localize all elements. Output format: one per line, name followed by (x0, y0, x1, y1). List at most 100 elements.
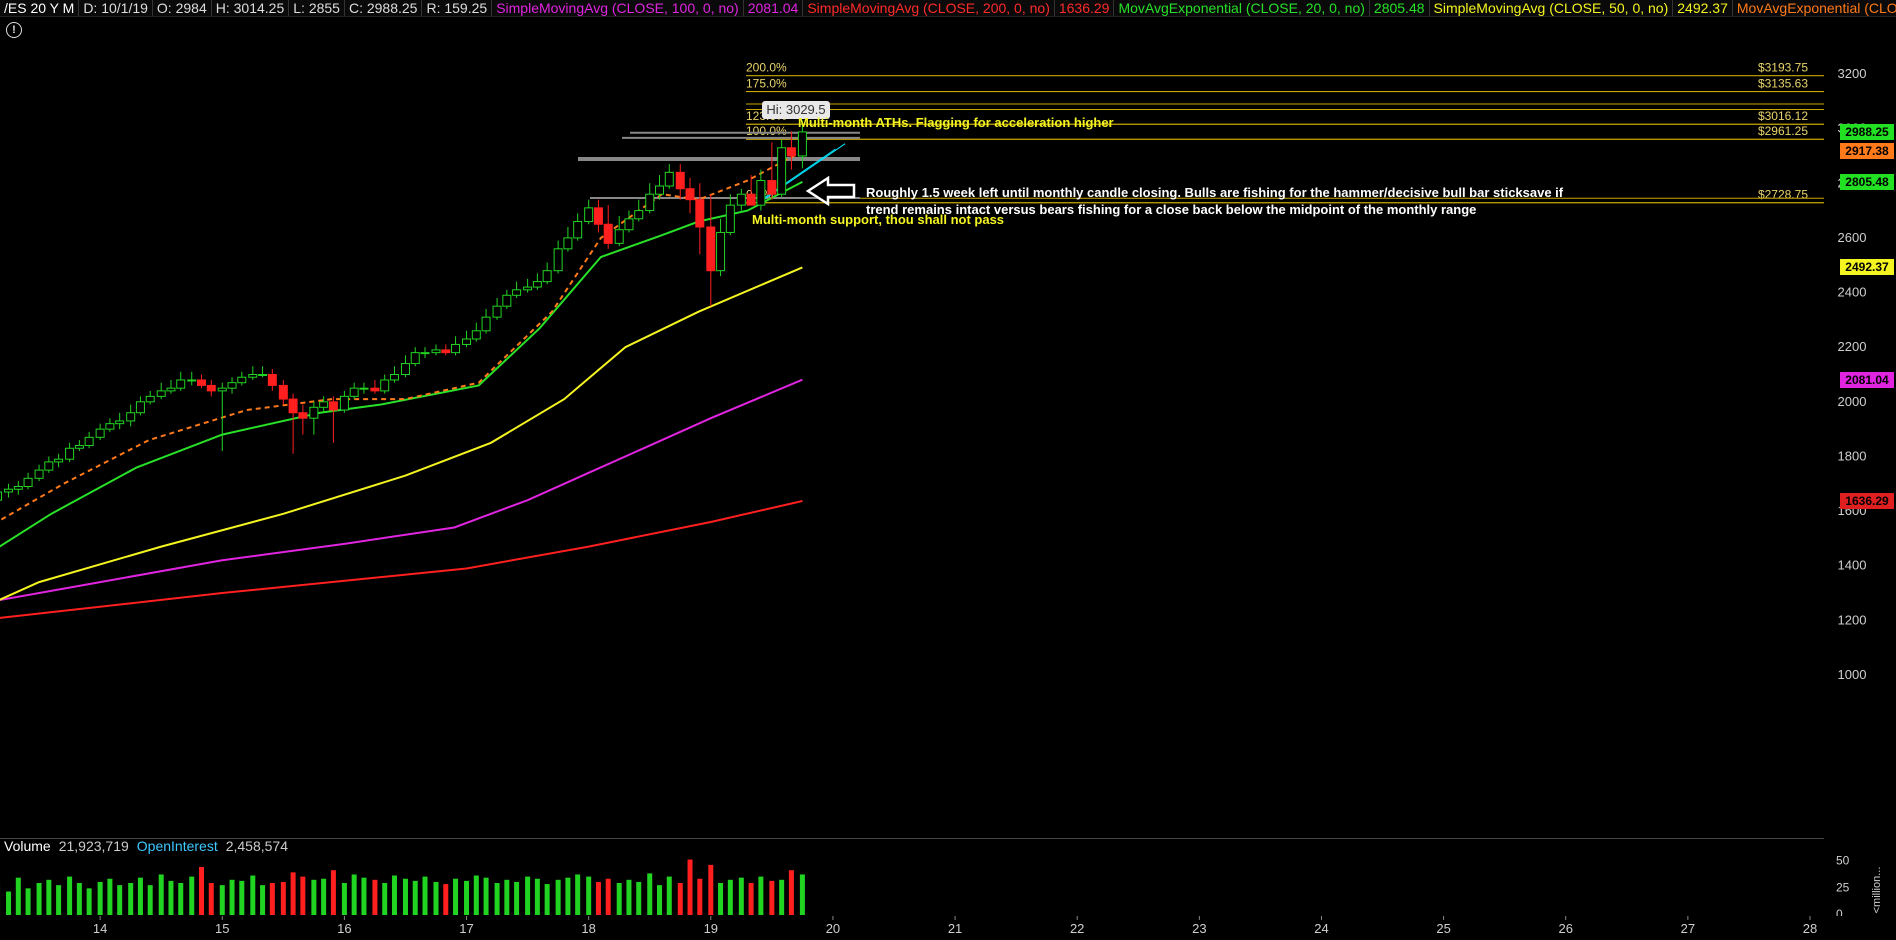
volume-bar (147, 885, 153, 915)
volume-bar (15, 877, 21, 915)
volume-bar (280, 881, 286, 915)
candle-body (23, 477, 33, 488)
volume-axis: 50 25 0 <million... (1836, 854, 1883, 916)
study-ema20-value: 2805.48 (1369, 0, 1430, 16)
volume-bar (269, 883, 275, 915)
candle-body (756, 180, 766, 206)
candle-body (532, 281, 542, 288)
volume-bar (372, 879, 378, 915)
volume-bar (647, 873, 653, 915)
candle-body (725, 204, 735, 233)
candle-body (706, 226, 716, 272)
volume-tick-label: 0 (1836, 907, 1843, 916)
candle-body (135, 401, 145, 414)
price-tag: 2081.04 (1840, 371, 1894, 388)
volume-bar (168, 880, 174, 915)
candle-body (105, 423, 115, 430)
candle-body (634, 210, 644, 220)
volume-bar (555, 879, 561, 915)
volume-unit-label: <million... (1871, 867, 1883, 914)
candle-body (74, 445, 84, 449)
volume-bar (67, 876, 73, 915)
volume-bar (626, 879, 632, 915)
volume-bar (586, 876, 592, 915)
volume-bar (219, 885, 225, 915)
volume-bar (727, 879, 733, 915)
study-sma50-label[interactable]: SimpleMovingAvg (CLOSE, 50, 0, no) (1429, 0, 1674, 16)
volume-bar (799, 874, 805, 915)
candle-body (736, 193, 746, 206)
volume-bar (453, 878, 459, 915)
study-sma200-label[interactable]: SimpleMovingAvg (CLOSE, 200, 0, no) (803, 0, 1055, 16)
volume-bar (6, 891, 12, 915)
time-tick-label: 17 (459, 921, 473, 936)
volume-bar (208, 883, 214, 915)
volume-bar (412, 880, 418, 915)
candle-body (288, 398, 298, 414)
time-axis[interactable]: 14 15 16 17 18 19 20 21 22 23 24 25 26 27 28 (0, 916, 1896, 940)
volume-bar (779, 879, 785, 915)
candle-body (777, 147, 787, 195)
candle-body (258, 374, 268, 376)
volume-bar (443, 884, 449, 915)
price-tag: 1636.29 (1840, 493, 1894, 510)
candle-body (380, 379, 390, 392)
volume-bar (330, 870, 336, 915)
volume-bar (464, 880, 470, 915)
volume-bar (657, 885, 663, 915)
volume-bar (473, 875, 479, 915)
volume-bar (575, 874, 581, 915)
candle-body (593, 207, 603, 225)
volume-bar (494, 883, 500, 915)
time-tick-label: 26 (1558, 921, 1572, 936)
volume-bar (128, 883, 134, 915)
volume-bar (483, 877, 489, 915)
moving-average-line (0, 266, 803, 601)
study-ema8-label[interactable]: MovAvgExponential (CLOSE, 8, 0, no) (1732, 0, 1896, 16)
candle-body (84, 436, 94, 447)
volume-bar (595, 881, 601, 915)
candle-body (54, 458, 64, 463)
candle-body (206, 384, 216, 392)
candle-body (584, 207, 594, 223)
volume-bar (300, 876, 306, 915)
candle-body (267, 374, 277, 386)
volume-bar (321, 878, 327, 915)
candle-body (420, 352, 430, 355)
fib-percent-label: 175.0% (746, 77, 787, 91)
candle-body (197, 379, 207, 386)
fib-price-label: $2961.25 (1758, 124, 1808, 138)
high-label: H: 3014.25 (211, 0, 290, 16)
volume-bar (769, 880, 775, 915)
candle-body (115, 420, 125, 425)
time-tick-label: 16 (337, 921, 351, 936)
volume-bar (137, 877, 143, 915)
time-tick-label: 15 (215, 921, 229, 936)
study-sma100-label[interactable]: SimpleMovingAvg (CLOSE, 100, 0, no) (492, 0, 744, 16)
time-tick-label: 23 (1192, 921, 1206, 936)
time-tick-label: 24 (1314, 921, 1328, 936)
volume-bar (748, 883, 754, 915)
candle-body (166, 387, 176, 392)
volume-bar (382, 883, 388, 915)
main-note-line2: trend remains intact versus bears fishin… (866, 202, 1476, 217)
candle-body (309, 406, 319, 419)
volume-bar (636, 881, 642, 915)
volume-bar (250, 875, 256, 915)
symbol-label[interactable]: /ES 20 Y M (0, 0, 80, 16)
study-ema20-label[interactable]: MovAvgExponential (CLOSE, 20, 0, no) (1114, 0, 1370, 16)
candle-body (664, 171, 674, 187)
candle-body (339, 395, 349, 411)
volume-bar (86, 888, 92, 915)
time-tick-label: 27 (1681, 921, 1695, 936)
volume-bar (189, 876, 195, 915)
volume-bar (677, 883, 683, 915)
candle-body (248, 374, 258, 378)
volume-bar (199, 867, 205, 915)
candle-body (624, 218, 634, 231)
low-label: L: 2855 (289, 0, 345, 16)
moving-average-line (0, 500, 803, 619)
candle-body (227, 382, 237, 389)
candle-body (441, 349, 451, 354)
candle-body (13, 486, 23, 490)
